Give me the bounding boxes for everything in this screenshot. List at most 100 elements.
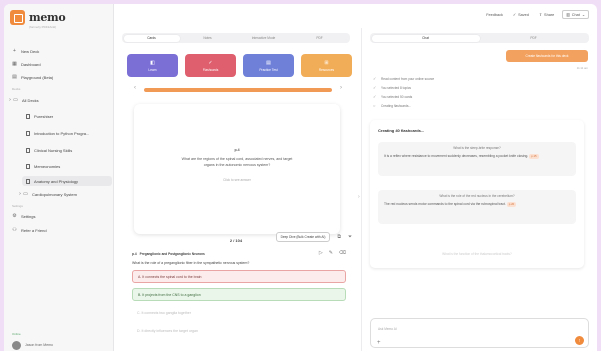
quiz-option[interactable]: C. It connects two ganglia together: [132, 306, 346, 319]
user-profile[interactable]: Jason from Memo: [8, 339, 110, 351]
saved-label: Saved: [518, 12, 529, 17]
tab-pdf-right[interactable]: PDF: [480, 35, 588, 42]
new-deck-button[interactable]: + New Deck: [12, 47, 39, 55]
deck-item[interactable]: Pureshiser: [22, 111, 112, 121]
flashcard[interactable]: p.4 What are the regions of the spinal c…: [134, 104, 340, 234]
all-decks-label: All Decks: [22, 97, 39, 103]
settings-caption: Settings: [12, 204, 23, 208]
sidebar-item-playground[interactable]: ▤ Playground (Beta): [12, 73, 53, 81]
folder-icon: ▭: [13, 96, 18, 103]
settings-label: Settings: [21, 213, 36, 219]
share-button[interactable]: ⇪ Share: [537, 11, 556, 18]
deck-label: Pureshiser: [34, 113, 54, 119]
book-icon: ◧: [150, 59, 155, 66]
check-icon: ✓: [373, 76, 377, 81]
resources-button[interactable]: ⊞ Resources: [301, 54, 352, 77]
app-name: memo: [29, 11, 66, 24]
deck-label: Introduction to Python Progra...: [34, 130, 90, 136]
practice-test-label: Practice Test: [259, 67, 278, 72]
page-tag[interactable]: p.20: [506, 202, 517, 207]
deck-item[interactable]: Memeonomies: [22, 161, 112, 171]
flashcards-button[interactable]: ✓ Flashcards: [185, 54, 236, 77]
gear-icon: ⚙: [12, 212, 17, 219]
status-text: Creating flashcards...: [381, 103, 412, 108]
chat-toggle-button[interactable]: ▥ Chat ⌄: [562, 10, 589, 19]
plus-icon: +: [13, 47, 16, 54]
chevron-left-icon[interactable]: ‹: [134, 85, 136, 91]
check-icon: ✓: [373, 94, 377, 99]
resize-handle-icon[interactable]: ›: [358, 194, 360, 200]
deck-label: Memeonomies: [34, 163, 61, 169]
chat-input[interactable]: Ask Memo AI + ↑: [370, 318, 589, 348]
status-item: ○ Creating flashcards...: [373, 103, 411, 108]
memo-logo-icon: [10, 10, 25, 25]
deck-item[interactable]: Introduction to Python Progra...: [22, 128, 112, 138]
practice-test-button[interactable]: ▤ Practice Test: [243, 54, 294, 77]
topbar: Feedback ✓ Saved ⇪ Share ▥ Chat ⌄: [114, 4, 597, 28]
quiz-option-wrong[interactable]: A. It connects the spinal cord to the br…: [132, 270, 346, 283]
flashcard-answer-text: It is a reflex where resistance to movem…: [384, 154, 529, 158]
test-icon: ▤: [266, 59, 271, 66]
card-counter: 2 / 104: [229, 238, 243, 243]
chevron-down-icon: ›: [9, 96, 11, 103]
cardio-label: Cardiopulmonary System: [32, 191, 77, 197]
create-flashcards-message: Create flashcards for this deck: [506, 50, 588, 62]
chevron-down-icon: ⌄: [581, 13, 585, 17]
edit-icon[interactable]: ✎: [329, 250, 333, 256]
check-icon: ✓: [373, 85, 377, 90]
trash-icon[interactable]: ⌫: [339, 250, 346, 256]
plus-icon[interactable]: +: [377, 340, 381, 346]
quiz-option[interactable]: D. It directly influences the target org…: [132, 324, 346, 337]
quiz-option-correct[interactable]: B. It projects from the CNS to a ganglio…: [132, 288, 346, 301]
tab-chat[interactable]: Chat: [371, 34, 480, 42]
sidebar-item-settings[interactable]: ⚙ Settings: [12, 212, 35, 220]
play-icon[interactable]: ▷: [319, 250, 323, 256]
cards-icon: ✓: [208, 59, 213, 66]
saved-indicator: ✓ Saved: [511, 11, 531, 18]
deck-item[interactable]: Clinical Nursing Skills: [22, 145, 112, 155]
card-page: p.4: [234, 148, 240, 152]
app-window: memo (formerly PDF2Anki) + New Deck ▦ Da…: [4, 4, 597, 351]
learn-button[interactable]: ◧ Learn: [127, 54, 178, 77]
tab-interactive[interactable]: Interactive Mode: [236, 35, 292, 42]
flashcard-answer-text: The red nucleus sends motor commands to …: [384, 202, 506, 206]
chevron-right-icon: ›: [19, 190, 21, 197]
check-icon: ✓: [512, 13, 517, 17]
avatar: [12, 340, 21, 350]
quiz-question: p.4 Preganglionic and Postganglionic Neu…: [132, 250, 346, 351]
sidebar-item-dashboard[interactable]: ▦ Dashboard: [12, 60, 41, 68]
document-icon: [26, 163, 30, 169]
tab-cards[interactable]: Cards: [123, 34, 180, 42]
tab-pdf[interactable]: PDF: [292, 35, 348, 42]
loading-icon: ○: [373, 103, 376, 108]
send-button[interactable]: ↑: [575, 336, 584, 345]
generated-flashcard[interactable]: What is the sleep-brite response? It is …: [378, 142, 576, 176]
cardio-folder-toggle[interactable]: › ▭ Cardiopulmonary System: [18, 190, 77, 198]
chat-tabs: Chat PDF: [370, 33, 589, 43]
tab-notes[interactable]: Notes: [180, 35, 236, 42]
user-plus-icon: ⚇: [12, 226, 17, 233]
app-subtitle: (formerly PDF2Anki): [29, 25, 57, 29]
flashcard-question: What is the role of the red nucleus in t…: [439, 194, 515, 198]
playground-label: Playground (Beta): [21, 74, 54, 80]
brand[interactable]: memo: [10, 10, 66, 25]
feedback-button[interactable]: Feedback: [484, 12, 505, 18]
progress-fill: [144, 88, 332, 92]
generated-flashcard[interactable]: What is the role of the red nucleus in t…: [378, 190, 576, 224]
chevron-right-icon[interactable]: ›: [340, 85, 342, 91]
sidebar-item-refer[interactable]: ⚇ Refer a Friend: [12, 226, 46, 234]
document-icon: [26, 178, 30, 184]
progress-track: [144, 88, 332, 92]
main-tabs: Cards Notes Interactive Mode PDF: [122, 33, 350, 43]
dashboard-label: Dashboard: [21, 61, 41, 67]
card-progress: ‹ ›: [134, 85, 342, 94]
top-actions: Feedback ✓ Saved ⇪ Share ▥ Chat ⌄: [484, 10, 589, 19]
deck-item-active[interactable]: Anatomy and Physiology: [22, 176, 112, 186]
page-tag[interactable]: p.15: [529, 154, 539, 159]
feedback-label: Feedback: [486, 12, 503, 17]
status-item: ✓ You selected 8 topics: [373, 85, 411, 90]
all-decks-toggle[interactable]: › ▭ All Decks: [8, 96, 39, 104]
status-item: ✓ Read content from your online source: [373, 76, 434, 81]
panel-divider[interactable]: [361, 28, 362, 351]
quiz-question-text: What is the role of a preganglionic fibe…: [132, 261, 250, 265]
